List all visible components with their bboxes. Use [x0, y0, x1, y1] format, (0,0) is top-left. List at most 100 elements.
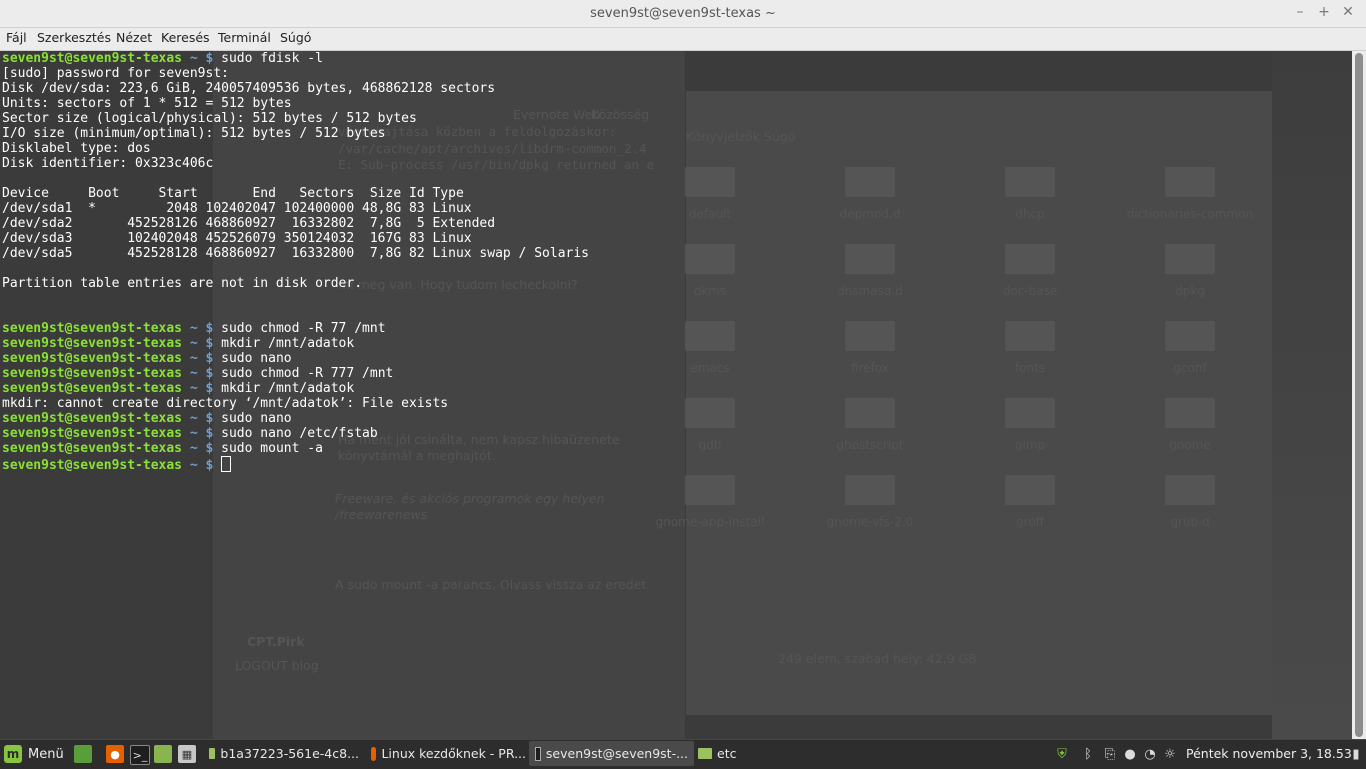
bg-text-3: E: Sub-process /usr/bin/dpkg returned an… [338, 157, 655, 172]
terminal-line-command: seven9st@seven9st-texas ~ $ sudo chmod -… [2, 321, 386, 336]
prompt-user: seven9st@seven9st-texas [2, 441, 183, 456]
partition-row: /dev/sda2 452528126 468860927 16332802 7… [2, 216, 496, 231]
bg-folder-icon [845, 244, 895, 274]
terminal-output-line: Disklabel type: dos [2, 141, 151, 156]
terminal-line-command: seven9st@seven9st-texas ~ $ mkdir /mnt/a… [2, 381, 354, 396]
taskbar-item-terminal[interactable]: seven9st@seven9st-... [529, 741, 694, 766]
terminal-active-prompt[interactable]: seven9st@seven9st-texas ~ $ [2, 456, 232, 473]
bg-folder-label: doc-base [1002, 284, 1058, 298]
bg-folder-icon [1165, 398, 1215, 428]
bg-folder-icon [845, 398, 895, 428]
clipboard-icon[interactable]: ⎘ [1102, 746, 1118, 762]
bg-folder-icon [845, 321, 895, 351]
bg-folder-icon [1005, 398, 1055, 428]
terminal-scrollbar[interactable] [1352, 51, 1366, 739]
terminal-view[interactable]: Evernote Web Közösség végrehajtása közbe… [0, 51, 1352, 739]
prompt-separator: ~ $ [182, 441, 222, 456]
calculator-icon[interactable]: ▦ [178, 745, 196, 763]
bg-folder-icon [1165, 244, 1215, 274]
user-icon[interactable]: ● [1122, 746, 1138, 762]
terminal-line-command: seven9st@seven9st-texas ~ $ mkdir /mnt/a… [2, 336, 354, 351]
terminal-output-line: [sudo] password for seven9st: [2, 66, 229, 81]
taskbar-item-label: seven9st@seven9st-... [545, 746, 688, 761]
prompt-separator: ~ $ [182, 411, 222, 426]
bg-folder-label: default [688, 207, 732, 221]
menu-view[interactable]: Nézet [116, 30, 152, 45]
bg-text-9: A sudo mount -a parancs. Olvass vissza a… [335, 577, 647, 592]
menu-edit[interactable]: Szerkesztés [37, 30, 111, 45]
command-text: sudo chmod -R 777 /mnt [221, 366, 394, 381]
menu-file[interactable]: Fájl [6, 30, 27, 45]
bg-bookmark-kozosseg: Közösség [591, 107, 650, 122]
menu-label: Menü [28, 746, 64, 762]
clock[interactable]: Péntek november 3, 18.53 [1186, 746, 1352, 761]
firefox-icon[interactable]: ● [106, 745, 124, 763]
prompt-user: seven9st@seven9st-texas [2, 321, 183, 336]
bg-text-7: Freeware, és akciós programok egy helyen [335, 491, 605, 506]
taskbar-item-browser[interactable]: Linux kezdőknek - PR... [365, 741, 532, 766]
prompt-user: seven9st@seven9st-texas [2, 381, 183, 396]
bluetooth-icon[interactable]: ᛒ [1080, 746, 1096, 762]
minimize-button[interactable]: – [1290, 4, 1310, 20]
bg-text-4: mi meg van. Hogy tudom lecheckolni? [338, 277, 578, 292]
taskbar-item-etc[interactable]: etc [692, 741, 764, 766]
menu-search[interactable]: Keresés [161, 30, 210, 45]
menu-terminal[interactable]: Terminál [218, 30, 271, 45]
terminal-launcher-icon[interactable]: >_ [130, 745, 150, 765]
bg-folder-label: dnsmasq.d [837, 284, 903, 298]
bg-folder-icon [1165, 167, 1215, 197]
bg-folder-label: dhcp [1015, 207, 1045, 221]
prompt-separator: ~ $ [182, 381, 222, 396]
bg-folder-icon [685, 475, 735, 505]
bg-fm-status: 249 elem, szabad hely: 42,9 GB [778, 651, 977, 666]
command-text: sudo nano [221, 351, 292, 366]
command-text: sudo nano /etc/fstab [221, 426, 378, 441]
partition-row: /dev/sda1 * 2048 102402047 102400000 48,… [2, 201, 472, 216]
terminal-line-1: seven9st@seven9st-texas ~ $ sudo fdisk -… [2, 51, 323, 66]
bg-folder-icon [1165, 475, 1215, 505]
bg-folder-label: firefox [851, 361, 889, 375]
prompt-user: seven9st@seven9st-texas [2, 411, 183, 426]
bg-folder-icon [1005, 321, 1055, 351]
terminal-output-line: Disk /dev/sda: 223,6 GiB, 240057409536 b… [2, 81, 496, 96]
command-text: mkdir /mnt/adatok [221, 381, 355, 396]
bg-folder-label: gdb [698, 438, 722, 452]
update-manager-shield-icon[interactable]: ⛨ [1054, 746, 1070, 762]
scrollbar-thumb[interactable] [1355, 53, 1363, 737]
background-file-manager: Könyvjelzők Súgó default depmod.d dhcp dict… [656, 91, 1272, 715]
files-launcher-icon[interactable] [154, 745, 172, 763]
prompt-separator: ~ $ [182, 458, 222, 473]
bg-folder-label: groff [1016, 515, 1044, 529]
command-text: mkdir /mnt/adatok [221, 336, 355, 351]
wifi-icon[interactable]: ◔ [1142, 746, 1158, 762]
bg-folder-icon [685, 167, 735, 197]
taskbar-panel: m Menü ● >_ ▦ b1a37223-561e-4c8... Linux… [0, 739, 1366, 769]
terminal-output-line: mkdir: cannot create directory ‘/mnt/ada… [2, 396, 449, 411]
partition-table-header: Device Boot Start End Sectors Size Id Ty… [2, 186, 464, 201]
bg-folder-label: dictionaries-common [1126, 207, 1254, 221]
terminal-line-command: seven9st@seven9st-texas ~ $ sudo chmod -… [2, 366, 393, 381]
background-desktop [1272, 51, 1352, 739]
terminal-output-line: Partition table entries are not in disk … [2, 276, 363, 291]
show-desktop-icon[interactable] [74, 745, 92, 763]
bg-folder-icon [685, 398, 735, 428]
terminal-output-line: Units: sectors of 1 * 512 = 512 bytes [2, 96, 292, 111]
start-menu-button[interactable]: m Menü [4, 743, 64, 765]
taskbar-item-file-manager[interactable]: b1a37223-561e-4c8... [203, 741, 365, 766]
close-button[interactable]: ✕ [1338, 4, 1358, 20]
brightness-icon[interactable]: ☼ [1162, 746, 1178, 762]
bg-text-2: /var/cache/apt/archives/libdrm-common_2.… [338, 141, 647, 156]
bg-text-8: /freewarenews [335, 507, 428, 522]
prompt-user: seven9st@seven9st-texas [2, 458, 183, 473]
bg-folder-label: dpkg [1175, 284, 1205, 298]
bg-folder-label: grub.d [1170, 515, 1210, 529]
battery-icon[interactable]: ▮ [1348, 746, 1364, 762]
prompt-separator: ~ $ [182, 366, 222, 381]
menu-help[interactable]: Súgó [280, 30, 311, 45]
bg-folder-label: emacs [690, 361, 730, 375]
bg-folder-icon [1005, 167, 1055, 197]
bg-folder-label: gnome-vfs-2.0 [826, 515, 914, 529]
firefox-icon [371, 746, 377, 761]
maximize-button[interactable]: + [1314, 4, 1334, 20]
folder-icon [698, 748, 712, 759]
